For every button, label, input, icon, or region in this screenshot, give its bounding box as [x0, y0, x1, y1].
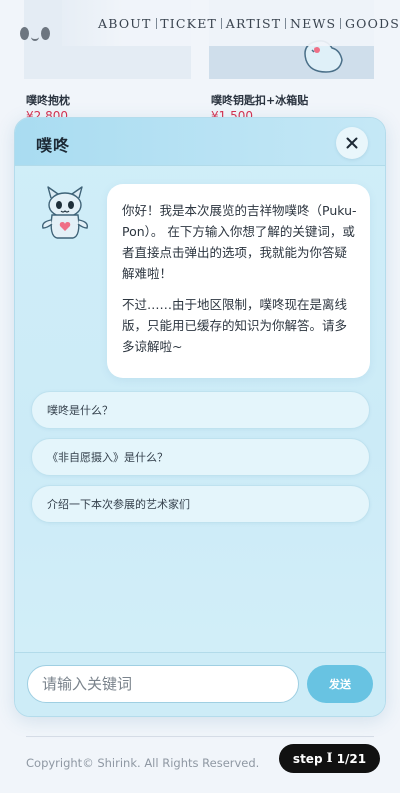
- logo-eye: [20, 27, 29, 40]
- product-name: 噗咚抱枕: [26, 94, 70, 107]
- close-button[interactable]: [336, 127, 368, 159]
- keyword-input[interactable]: [27, 665, 299, 703]
- chat-title: 噗咚: [36, 136, 71, 155]
- nav-item-news[interactable]: NEWS: [290, 16, 336, 31]
- top-navigation: ABOUT TICKET ARTIST NEWS GOODS: [62, 0, 400, 46]
- nav-item-about[interactable]: ABOUT: [98, 16, 152, 31]
- mascot-avatar-icon: [41, 186, 89, 239]
- chatbot-panel: 噗咚 你好！我是本次展览的吉祥物噗咚（Puku-Pon）。 在下方输入你想了解的…: [14, 117, 386, 717]
- nav-item-artist[interactable]: ARTIST: [226, 16, 282, 31]
- text-cursor-icon: I: [326, 751, 333, 766]
- site-logo[interactable]: [20, 24, 54, 44]
- nav-divider: [155, 17, 157, 29]
- bot-message-text: 你好！我是本次展览的吉祥物噗咚（Puku-Pon）。 在下方输入你想了解的关键词…: [122, 203, 357, 281]
- nav-divider: [285, 17, 286, 29]
- suggestion-chip[interactable]: 介绍一下本次参展的艺术家们: [31, 485, 370, 523]
- logo-mouth: [31, 36, 39, 41]
- suggestion-chip[interactable]: 噗咚是什么？: [31, 391, 370, 429]
- bot-message-bubble: 你好！我是本次展览的吉祥物噗咚（Puku-Pon）。 在下方输入你想了解的关键词…: [107, 184, 370, 378]
- chat-header: 噗咚: [15, 118, 385, 166]
- step-label: step: [292, 751, 323, 766]
- nav-divider: [340, 17, 341, 29]
- page-footer: Copyright© Shirink. All Rights Reserved.: [26, 736, 374, 770]
- nav-item-ticket[interactable]: TICKET: [160, 16, 217, 31]
- send-button[interactable]: 发送: [307, 665, 373, 703]
- product-name: 噗咚钥匙扣+冰箱贴: [211, 94, 309, 107]
- copyright-text: Copyright© Shirink. All Rights Reserved.: [26, 756, 260, 770]
- logo-eye: [41, 27, 50, 40]
- nav-divider: [221, 17, 222, 29]
- step-counter: 1/21: [336, 751, 367, 766]
- close-icon: [346, 137, 358, 149]
- suggestion-chip[interactable]: 《非自愿摄入》是什么？: [31, 438, 370, 476]
- step-indicator: step I 1/21: [279, 744, 380, 773]
- bot-message-text: 不过……由于地区限制，噗咚现在是离线版，只能用已缓存的知识为你解答。请多多谅解啦…: [122, 297, 348, 354]
- chat-composer: 发送: [15, 652, 385, 716]
- nav-item-goods[interactable]: GOODS: [345, 16, 400, 31]
